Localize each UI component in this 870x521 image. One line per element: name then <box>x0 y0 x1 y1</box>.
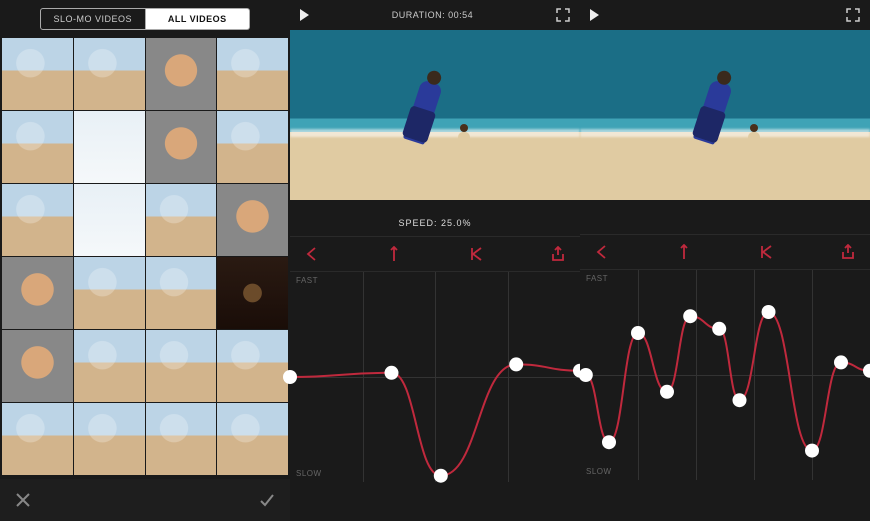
curve-node[interactable] <box>762 305 776 319</box>
duration-display: DURATION: 00:54 <box>392 10 473 20</box>
split-icon[interactable] <box>386 246 402 262</box>
fullscreen-icon[interactable] <box>556 8 570 22</box>
video-thumbnail[interactable] <box>217 111 288 183</box>
video-thumbnail[interactable] <box>74 111 145 183</box>
curve-node[interactable] <box>434 469 448 483</box>
video-thumbnail-grid <box>0 38 290 475</box>
editor-top-bar: DURATION: 00:54 <box>290 0 580 30</box>
curve-node[interactable] <box>385 366 399 380</box>
speed-curve-svg[interactable] <box>290 272 580 482</box>
video-thumbnail[interactable] <box>74 257 145 329</box>
video-picker-panel: SLO-MO VIDEOS ALL VIDEOS <box>0 0 290 521</box>
video-thumbnail[interactable] <box>2 257 73 329</box>
editor-top-bar <box>580 0 870 30</box>
video-thumbnail[interactable] <box>146 38 217 110</box>
share-icon[interactable] <box>550 246 566 262</box>
close-icon[interactable] <box>14 491 32 509</box>
editor-panel-complex: FAST SLOW <box>580 0 870 521</box>
video-source-tabs: SLO-MO VIDEOS ALL VIDEOS <box>0 0 290 38</box>
video-thumbnail[interactable] <box>146 330 217 402</box>
video-preview[interactable] <box>580 30 870 200</box>
video-thumbnail[interactable] <box>2 38 73 110</box>
speed-value: 25.0% <box>441 218 472 228</box>
curve-node[interactable] <box>863 364 870 378</box>
video-thumbnail[interactable] <box>2 184 73 256</box>
speed-label-text: SPEED: <box>398 218 437 228</box>
duration-value: 00:54 <box>448 10 473 20</box>
play-button[interactable] <box>590 9 599 21</box>
back-icon[interactable] <box>304 246 320 262</box>
skip-start-icon[interactable] <box>758 244 774 260</box>
curve-toolbar <box>290 236 580 272</box>
picker-bottom-bar <box>0 479 290 521</box>
curve-node[interactable] <box>602 435 616 449</box>
editor-panel-simple: DURATION: 00:54 SPEED: 25.0% FAST SLOW <box>290 0 580 521</box>
video-preview[interactable] <box>290 30 580 200</box>
video-thumbnail[interactable] <box>217 38 288 110</box>
play-button[interactable] <box>300 9 309 21</box>
tab-all-videos[interactable]: ALL VIDEOS <box>146 8 251 30</box>
curve-node[interactable] <box>733 393 747 407</box>
video-thumbnail[interactable] <box>74 38 145 110</box>
curve-node[interactable] <box>683 309 697 323</box>
video-thumbnail[interactable] <box>74 184 145 256</box>
video-thumbnail[interactable] <box>146 184 217 256</box>
curve-toolbar <box>580 234 870 270</box>
confirm-icon[interactable] <box>258 491 276 509</box>
tab-slomo-videos[interactable]: SLO-MO VIDEOS <box>40 8 146 30</box>
video-thumbnail[interactable] <box>146 111 217 183</box>
speed-curve-editor[interactable]: FAST SLOW <box>290 272 580 482</box>
speed-display: SPEED: 25.0% <box>290 200 580 236</box>
fullscreen-icon[interactable] <box>846 8 860 22</box>
video-thumbnail[interactable] <box>2 330 73 402</box>
video-thumbnail[interactable] <box>217 403 288 475</box>
video-thumbnail[interactable] <box>217 184 288 256</box>
speed-curve-svg[interactable] <box>580 270 870 480</box>
curve-node[interactable] <box>283 370 297 384</box>
speed-curve-editor[interactable]: FAST SLOW <box>580 270 870 480</box>
curve-node[interactable] <box>834 355 848 369</box>
video-thumbnail[interactable] <box>2 111 73 183</box>
video-thumbnail[interactable] <box>74 403 145 475</box>
curve-node[interactable] <box>631 326 645 340</box>
curve-node[interactable] <box>712 322 726 336</box>
video-thumbnail[interactable] <box>2 403 73 475</box>
curve-node[interactable] <box>660 385 674 399</box>
video-thumbnail[interactable] <box>217 330 288 402</box>
video-thumbnail[interactable] <box>146 257 217 329</box>
duration-label: DURATION: <box>392 10 445 20</box>
split-icon[interactable] <box>676 244 692 260</box>
share-icon[interactable] <box>840 244 856 260</box>
video-thumbnail[interactable] <box>146 403 217 475</box>
video-thumbnail[interactable] <box>217 257 288 329</box>
curve-node[interactable] <box>805 444 819 458</box>
curve-node[interactable] <box>579 368 593 382</box>
curve-node[interactable] <box>509 357 523 371</box>
back-icon[interactable] <box>594 244 610 260</box>
skip-start-icon[interactable] <box>468 246 484 262</box>
video-thumbnail[interactable] <box>74 330 145 402</box>
